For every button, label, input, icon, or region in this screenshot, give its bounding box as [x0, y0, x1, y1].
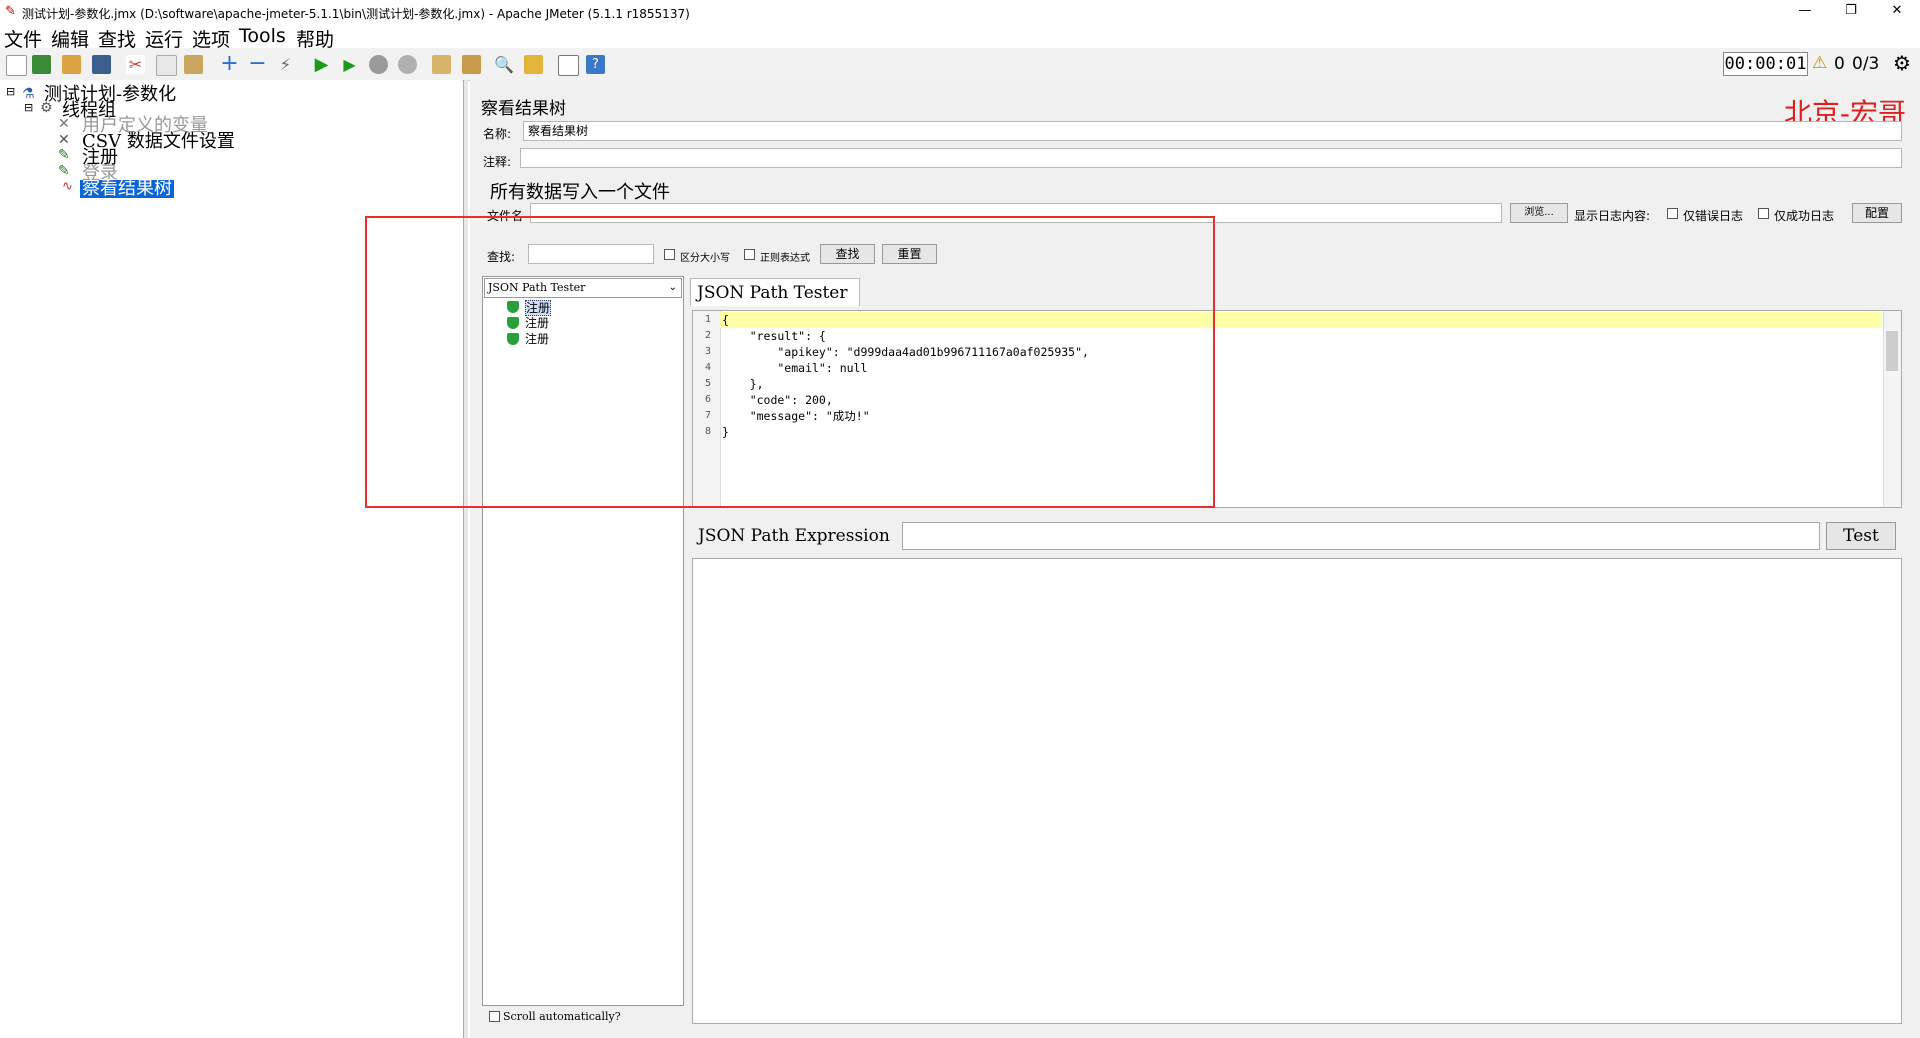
menu-bar: 文件 编辑 查找 运行 选项 Tools 帮助 — [0, 24, 1920, 51]
minimize-button[interactable]: — — [1782, 0, 1828, 24]
panel-title: 察看结果树 — [481, 99, 566, 119]
close-button[interactable]: ✕ — [1874, 0, 1920, 24]
sampler-pen-icon: ✎ — [58, 163, 70, 179]
warning-icon[interactable]: ⚠ — [1812, 53, 1827, 73]
toggle-icon[interactable]: ⚡ — [276, 55, 295, 74]
maximize-button[interactable]: ❐ — [1828, 0, 1874, 24]
stop-icon[interactable] — [369, 55, 388, 74]
open-folder-icon[interactable] — [62, 55, 81, 74]
elapsed-timer: 00:00:01 — [1723, 52, 1808, 76]
jmeter-feather-icon: ✎ — [5, 4, 16, 19]
comment-label: 注释: — [483, 155, 512, 169]
help-icon[interactable]: ? — [586, 55, 605, 74]
name-field[interactable]: 察看结果树 — [523, 121, 1902, 141]
start-no-pause-icon[interactable]: ▶ — [340, 55, 359, 74]
copy-icon[interactable] — [156, 55, 177, 76]
config-element-icon: ✕ — [58, 132, 70, 148]
shutdown-icon[interactable] — [398, 55, 417, 74]
reset-search-icon[interactable] — [524, 55, 543, 74]
scrollbar-thumb[interactable] — [1886, 331, 1898, 371]
json-path-expression-input[interactable] — [902, 522, 1820, 550]
active-threads: 0/3 — [1852, 54, 1880, 74]
success-only-checkbox[interactable] — [1758, 208, 1769, 219]
expression-result-area[interactable] — [692, 558, 1902, 1024]
json-path-expression-label: JSON Path Expression — [698, 526, 890, 546]
errors-only-label: 仅错误日志 — [1683, 209, 1744, 223]
config-button[interactable]: 配置 — [1852, 203, 1902, 223]
errors-only-checkbox[interactable] — [1667, 208, 1678, 219]
listener-graph-icon: ∿ — [62, 179, 73, 194]
save-icon[interactable] — [92, 55, 111, 74]
remote-status-icon: ⚙ — [1893, 51, 1911, 75]
log-content-label: 显示日志内容: — [1574, 209, 1651, 223]
toolbar: ✂ + − ⚡ ▶ ▶ 🔍 ? — [0, 48, 1920, 81]
expand-icon[interactable]: + — [220, 53, 239, 75]
comment-field[interactable] — [520, 148, 1902, 168]
scroll-auto-checkbox[interactable] — [489, 1011, 500, 1022]
editor-scrollbar[interactable] — [1883, 311, 1901, 507]
annotation-highlight-box — [365, 216, 1215, 508]
sampler-pen-icon: ✎ — [58, 147, 70, 163]
test-button[interactable]: Test — [1826, 522, 1896, 550]
function-helper-icon[interactable] — [558, 55, 579, 76]
clear-all-icon[interactable] — [462, 55, 481, 74]
thread-group-gear-icon: ⚙ — [40, 100, 53, 116]
browse-button[interactable]: 浏览... — [1510, 203, 1568, 223]
success-only-label: 仅成功日志 — [1774, 209, 1835, 223]
clear-icon[interactable] — [432, 55, 451, 74]
cut-icon[interactable]: ✂ — [126, 55, 145, 74]
config-element-icon: ✕ — [58, 116, 70, 132]
start-icon[interactable]: ▶ — [312, 55, 331, 74]
collapse-icon[interactable]: − — [248, 53, 267, 75]
file-section-title: 所有数据写入一个文件 — [490, 182, 670, 203]
name-label: 名称: — [483, 127, 512, 141]
search-binoculars-icon[interactable]: 🔍 — [494, 55, 514, 74]
tree-item-result-tree[interactable]: 察看结果树 — [80, 180, 174, 198]
collapse-toggle-icon[interactable]: ⊟ — [24, 101, 33, 114]
paste-icon[interactable] — [184, 55, 203, 74]
menu-tools[interactable]: Tools — [239, 25, 286, 47]
test-plan-icon: ⚗ — [22, 86, 35, 102]
window-title: 测试计划-参数化.jmx (D:\software\apache-jmeter-… — [22, 7, 690, 21]
collapse-toggle-icon[interactable]: ⊟ — [6, 85, 15, 98]
warning-count: 0 — [1834, 54, 1845, 74]
scroll-auto-label: Scroll automatically? — [503, 1010, 621, 1023]
title-bar: ✎ 测试计划-参数化.jmx (D:\software\apache-jmete… — [0, 0, 1920, 24]
templates-icon[interactable] — [32, 55, 51, 74]
new-icon[interactable] — [6, 55, 27, 76]
